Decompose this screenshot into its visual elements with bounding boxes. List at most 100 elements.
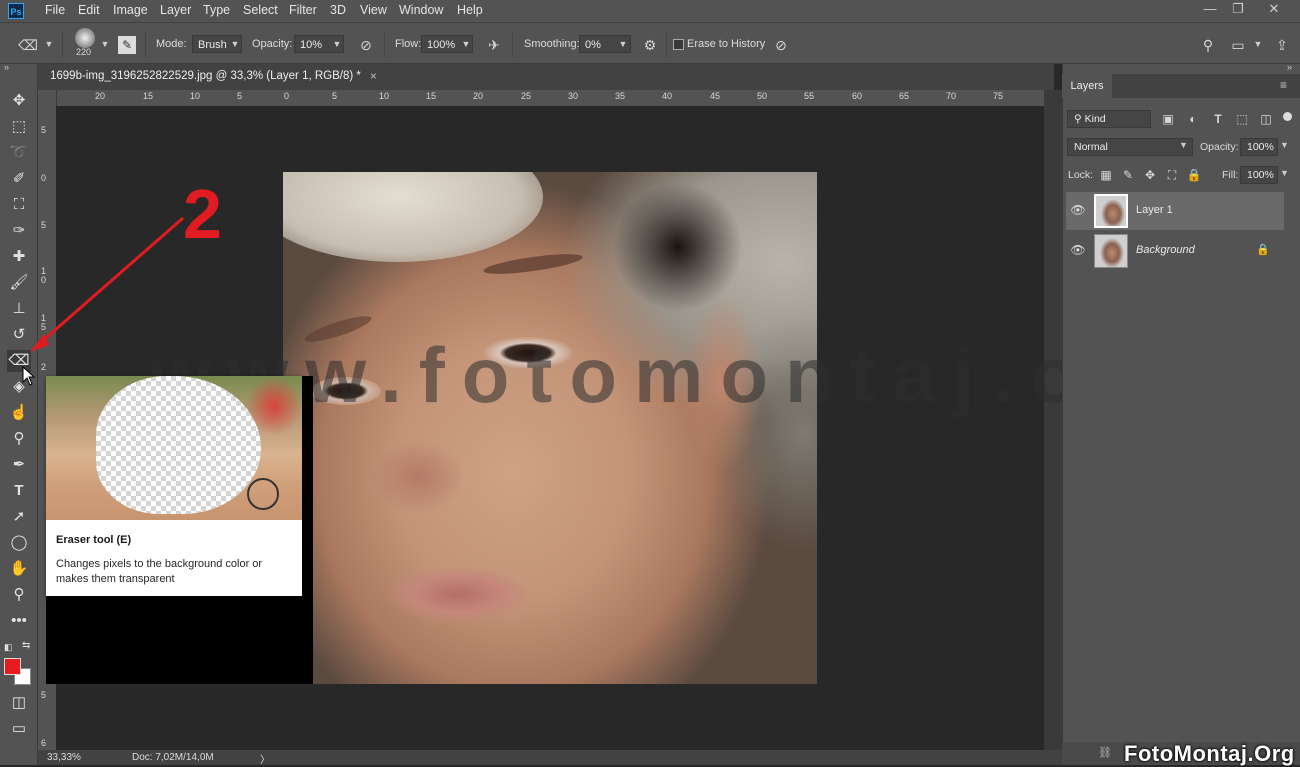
workspace-icon[interactable]: ▭ (1228, 35, 1248, 55)
menu-image[interactable]: Image (113, 3, 148, 17)
filter-adjustment-icon[interactable]: ◐ (1185, 111, 1201, 127)
gear-icon[interactable]: ⚙ (640, 35, 660, 55)
menu-help[interactable]: Help (457, 3, 483, 17)
layers-tab[interactable]: Layers (1062, 74, 1112, 98)
chevron-down-icon[interactable]: ▼ (42, 35, 56, 53)
chevron-down-icon[interactable]: ▼ (330, 35, 344, 53)
layer-name: Layer 1 (1136, 204, 1173, 216)
brush-tool-icon[interactable]: 🖌 (7, 272, 31, 294)
photo-canvas[interactable] (283, 172, 817, 684)
corner-watermark: FotoMontaj.Org (1124, 741, 1295, 766)
chevron-down-icon[interactable]: ▼ (1280, 140, 1289, 150)
chevron-down-icon[interactable]: ▼ (98, 35, 112, 53)
link-layers-icon[interactable]: ⛓ (1098, 746, 1112, 759)
visibility-eye-icon[interactable]: 👁 (1070, 203, 1086, 217)
menu-type[interactable]: Type (203, 3, 230, 17)
zoom-level[interactable]: 33,33% (47, 752, 81, 763)
menu-edit[interactable]: Edit (78, 3, 100, 17)
search-icon[interactable]: ⚲ (1198, 35, 1218, 55)
chevron-down-icon[interactable]: ▼ (1280, 168, 1289, 178)
layer-row-background[interactable]: 👁 Background 🔒 (1066, 232, 1284, 270)
lock-position-icon[interactable]: ✥ (1142, 167, 1158, 183)
brush-settings-icon[interactable]: ✎ (118, 36, 136, 54)
fill-field[interactable]: 100% (1240, 166, 1278, 184)
screen-mode-icon[interactable]: ▭ (7, 718, 31, 740)
crop-tool-icon[interactable]: ⛶ (7, 194, 31, 216)
mouse-cursor-icon (22, 366, 36, 386)
menu-filter[interactable]: Filter (289, 3, 317, 17)
more-tools-icon[interactable]: ••• (7, 610, 31, 632)
filter-pixel-icon[interactable]: ▣ (1160, 111, 1176, 127)
menu-select[interactable]: Select (243, 3, 278, 17)
layer-opacity-field[interactable]: 100% (1240, 138, 1278, 156)
smudge-tool-icon[interactable]: ☝ (7, 402, 31, 424)
path-selection-tool-icon[interactable]: ➚ (7, 506, 31, 528)
ellipse-tool-icon[interactable]: ◯ (7, 532, 31, 554)
document-size: Doc: 7,02M/14,0M (132, 752, 214, 763)
hand-tool-icon[interactable]: ✋ (7, 558, 31, 580)
pressure-opacity-icon[interactable]: ⊘ (356, 35, 376, 55)
pen-tool-icon[interactable]: ✒ (7, 454, 31, 476)
pressure-size-icon[interactable]: ⊘ (771, 35, 791, 55)
status-menu-icon[interactable]: 〉 (260, 751, 270, 766)
document-tab[interactable]: 1699b-img_3196252822529.jpg @ 33,3% (Lay… (40, 64, 381, 90)
collapse-icon[interactable]: » (4, 62, 9, 72)
dodge-tool-icon[interactable]: ⚲ (7, 428, 31, 450)
airbrush-icon[interactable]: ✈ (484, 35, 504, 55)
eyedropper-tool-icon[interactable]: ✑ (7, 220, 31, 242)
close-icon[interactable]: ✕ (1260, 0, 1288, 20)
chevron-down-icon[interactable]: ▼ (1251, 35, 1265, 53)
filter-toggle-icon[interactable] (1283, 112, 1292, 121)
lock-all-icon[interactable]: 🔒 (1186, 167, 1202, 183)
clone-stamp-tool-icon[interactable]: ⊥ (7, 298, 31, 320)
lock-transparent-icon[interactable]: ▦ (1098, 167, 1114, 183)
share-icon[interactable]: ⇪ (1272, 35, 1292, 55)
filter-smart-object-icon[interactable]: ◫ (1258, 111, 1274, 127)
layer-row-layer-1[interactable]: 👁 Layer 1 (1066, 192, 1284, 230)
blend-mode-select[interactable]: Normal (1067, 138, 1193, 156)
transparency-checker (96, 376, 261, 514)
quick-mask-icon[interactable]: ◫ (7, 692, 31, 714)
eraser-preset-icon[interactable]: ⌫ (18, 35, 38, 55)
minimize-icon[interactable]: — (1196, 0, 1224, 20)
layer-thumbnail (1094, 234, 1128, 268)
ruler-tick-label: 25 (521, 91, 532, 101)
menu-layer[interactable]: Layer (160, 3, 191, 17)
collapse-panels-icon[interactable]: » (1287, 62, 1292, 72)
swap-colors-icon[interactable]: ⇆ (22, 640, 30, 651)
chevron-down-icon[interactable]: ▼ (228, 35, 242, 53)
towel-shape (283, 172, 543, 262)
erase-history-checkbox[interactable] (673, 39, 684, 50)
history-brush-tool-icon[interactable]: ↺ (7, 324, 31, 346)
lock-artboard-icon[interactable]: ⛶ (1164, 167, 1180, 183)
zoom-tool-icon[interactable]: ⚲ (7, 584, 31, 606)
default-colors-icon[interactable]: ◧ (4, 642, 13, 653)
filter-kind-value: Kind (1084, 113, 1106, 125)
menu-3d[interactable]: 3D (330, 3, 346, 17)
chevron-down-icon[interactable]: ▼ (616, 35, 630, 53)
type-tool-icon[interactable]: T (7, 480, 31, 502)
layer-filter-kind[interactable]: ⚲ Kind (1067, 110, 1151, 128)
menu-file[interactable]: File (45, 3, 65, 17)
lock-pixels-icon[interactable]: ✎ (1120, 167, 1136, 183)
fill-label: Fill: (1222, 169, 1239, 181)
brush-tip-icon[interactable] (75, 28, 95, 48)
chevron-down-icon[interactable]: ▼ (1179, 140, 1188, 150)
quick-select-tool-icon[interactable]: ✐ (7, 168, 31, 190)
filter-shape-icon[interactable]: ⬚ (1234, 111, 1250, 127)
marquee-tool-icon[interactable]: ⬚ (7, 116, 31, 138)
layer-opacity-label: Opacity: (1200, 141, 1239, 153)
visibility-eye-icon[interactable]: 👁 (1070, 243, 1086, 257)
tab-close-icon[interactable]: × (370, 64, 377, 88)
menu-window[interactable]: Window (399, 3, 443, 17)
filter-type-icon[interactable]: T (1210, 111, 1226, 127)
lasso-tool-icon[interactable]: ➰ (7, 142, 31, 164)
restore-icon[interactable]: ❐ (1224, 0, 1252, 20)
menu-view[interactable]: View (360, 3, 387, 17)
healing-brush-tool-icon[interactable]: ✚ (7, 246, 31, 268)
panel-menu-icon[interactable]: ≡ (1280, 78, 1287, 92)
chevron-down-icon[interactable]: ▼ (459, 35, 473, 53)
ruler-tick-label: 15 (426, 91, 437, 101)
move-tool-icon[interactable]: ✥ (7, 90, 31, 112)
foreground-color-swatch[interactable] (4, 658, 21, 675)
